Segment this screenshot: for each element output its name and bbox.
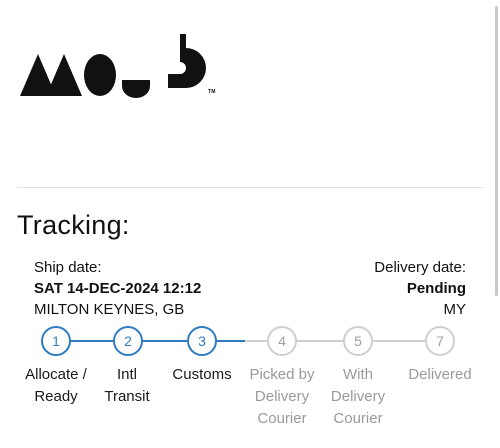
- divider: [17, 187, 483, 188]
- ship-info: Ship date: SAT 14-DEC-2024 12:12 MILTON …: [34, 257, 201, 320]
- destination-location: MY: [443, 301, 467, 318]
- delivery-date-label: Delivery date:: [374, 259, 466, 276]
- origin-location: MILTON KEYNES, GB: [34, 301, 185, 318]
- step-connector: [215, 340, 245, 342]
- step-label-delivered: Delivered: [408, 366, 472, 383]
- scrollbar[interactable]: [495, 6, 498, 296]
- step-circle-4: 4: [267, 326, 297, 356]
- step-connector: [69, 340, 113, 342]
- page-title: Tracking:: [17, 210, 130, 240]
- step-circle-7: 7: [425, 326, 455, 356]
- step-circle-2: 2: [113, 326, 143, 356]
- step-circle-3: 3: [187, 326, 217, 356]
- progress-stepper: 1 Allocate / Ready 2 Intl Transit 3 Cust…: [0, 326, 500, 446]
- delivery-status: Pending: [406, 280, 466, 297]
- trademark-mark: TM: [208, 89, 216, 95]
- tracking-page: TM Tracking: Ship date: SAT 14-DEC-2024 …: [0, 0, 500, 448]
- mous-logo-icon: [20, 34, 206, 98]
- ship-date-value: SAT 14-DEC-2024 12:12: [34, 280, 202, 297]
- step-connector: [141, 340, 187, 342]
- step-connector: [245, 340, 267, 342]
- step-circle-1: 1: [41, 326, 71, 356]
- ship-date-label: Ship date:: [34, 259, 102, 276]
- delivery-info: Delivery date: Pending MY: [374, 257, 466, 320]
- step-circle-5: 5: [343, 326, 373, 356]
- step-connector: [295, 340, 343, 342]
- step-connector: [371, 340, 425, 342]
